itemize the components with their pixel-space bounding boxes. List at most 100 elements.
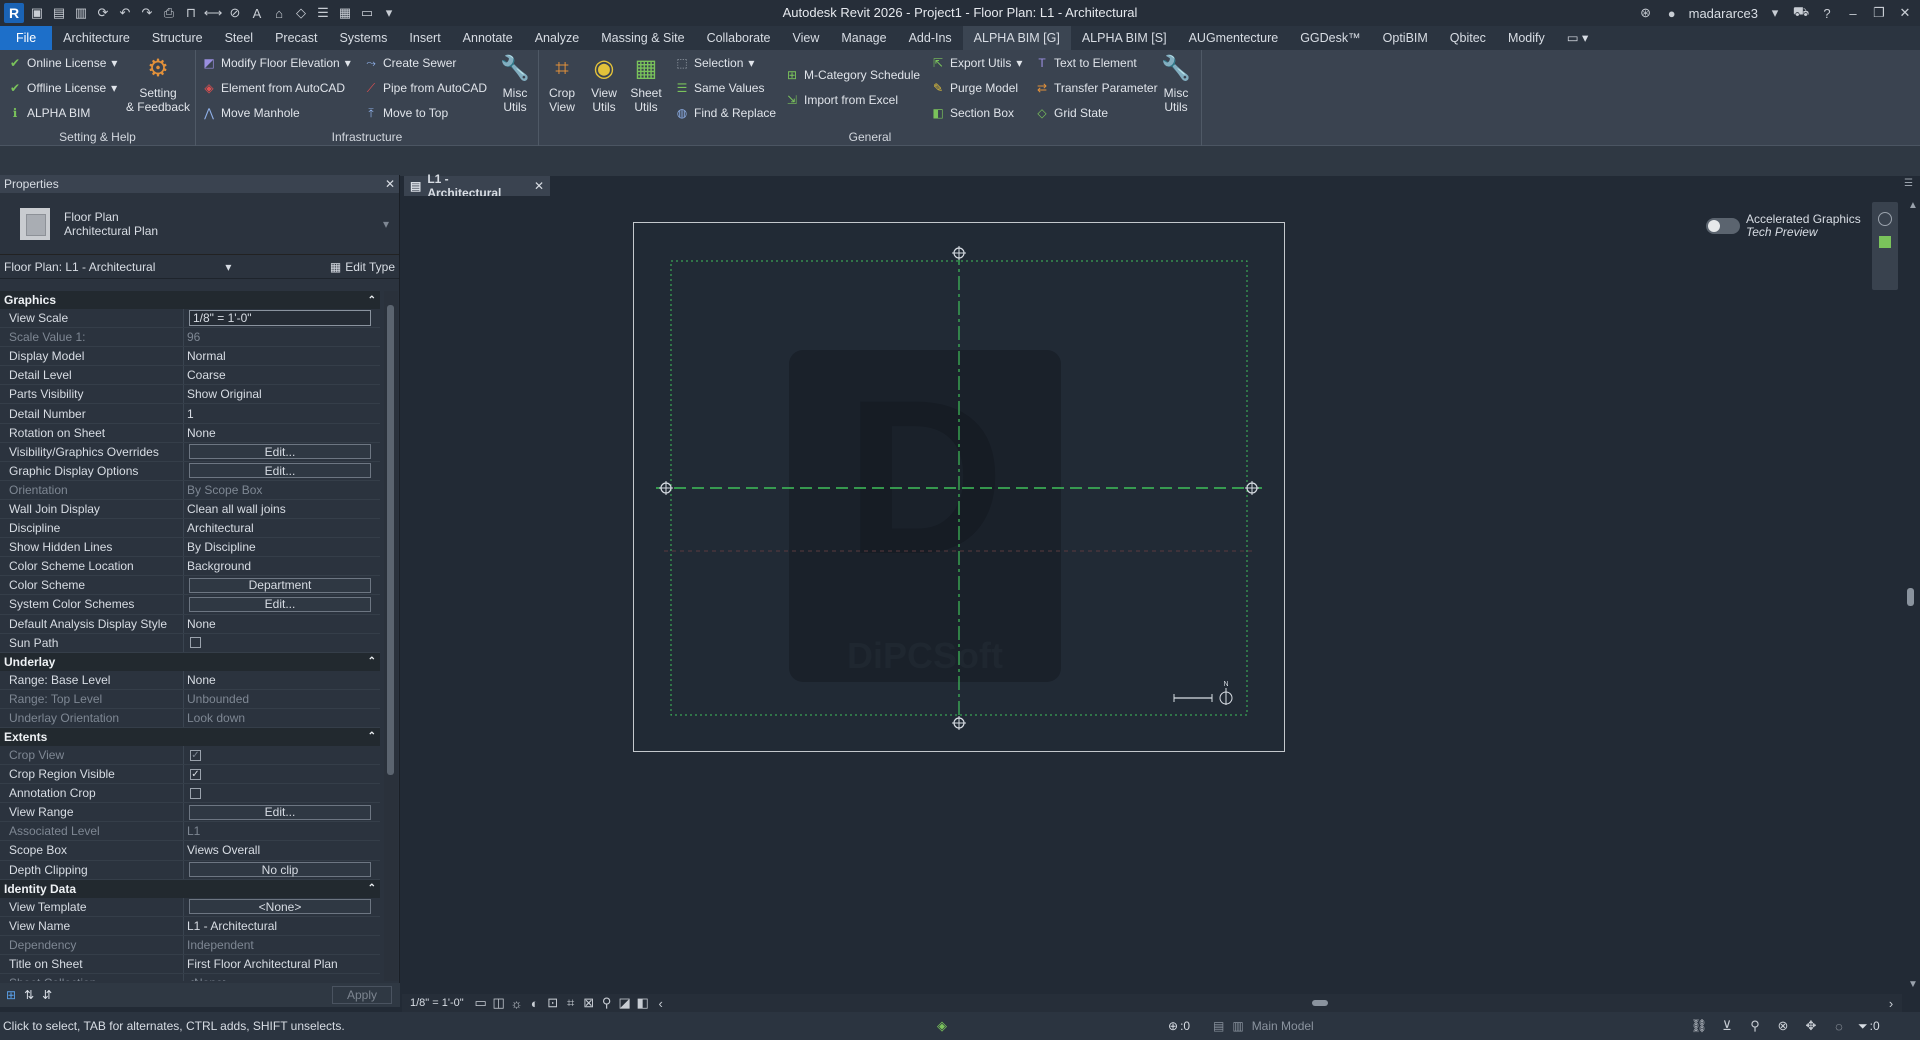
mcategory-schedule-button[interactable]: ⊞ M-Category Schedule [785,68,920,82]
property-value-cell[interactable]: Background [184,557,380,575]
tab-alpha-bim-g[interactable]: ALPHA BIM [G] [962,26,1071,50]
scroll-down-icon[interactable]: ▼ [1908,979,1918,990]
tab-ggdesk[interactable]: GGDesk™ [1289,26,1371,50]
online-license-button[interactable]: ✔ Online License ▾ [8,56,117,70]
property-checkbox[interactable]: ✓ [190,768,201,780]
sheet-utils-button[interactable]: ▦ Sheet Utils [625,54,667,115]
home-icon[interactable]: ▣ [28,5,46,21]
selection-button[interactable]: ⬚ Selection ▾ [675,56,754,70]
select-links-icon[interactable]: ⛓ [1690,1018,1708,1034]
customize-qat-icon[interactable]: ▾ [380,5,398,21]
property-value-cell[interactable]: Coarse [184,366,380,384]
binoculars-icon[interactable]: ⊛ [1637,5,1655,21]
view-utils-button[interactable]: ◉ View Utils [583,54,625,115]
property-value-cell[interactable]: Show Original [184,385,380,403]
ribbon-state-toggle[interactable]: ▭ ▾ [1556,26,1600,50]
thin-lines-icon[interactable]: ☰ [314,5,332,21]
group-header[interactable]: Extents ⌃ [0,727,380,746]
design-options[interactable]: ▤ ▥ Main Model [1213,1019,1314,1033]
property-edit-button[interactable]: <None> [189,899,371,915]
redo-icon[interactable]: ↷ [138,5,156,21]
tab-alpha-bim-s[interactable]: ALPHA BIM [S] [1071,26,1178,50]
steering-wheel-icon[interactable] [1878,212,1892,226]
setting-feedback-button[interactable]: ⚙ Setting & Feedback [122,54,194,115]
view-tab-menu-icon[interactable]: ☰ [1904,178,1913,189]
property-value-cell[interactable]: ✓ [184,746,380,764]
property-edit-button[interactable]: Edit... [189,444,371,460]
tab-steel[interactable]: Steel [214,26,265,50]
apply-button[interactable]: Apply [332,986,392,1004]
property-value-cell[interactable]: Views Overall [184,841,380,859]
close-icon[interactable]: ✕ [385,177,395,191]
property-value-cell[interactable]: <None> [184,898,380,916]
sync-icon[interactable]: ⟳ [94,5,112,21]
create-sewer-button[interactable]: ⤳ Create Sewer [364,56,456,71]
text-to-element-button[interactable]: T Text to Element [1035,56,1136,70]
view-vertical-scrollbar[interactable]: ▲ ▼ [1900,196,1920,994]
move-manhole-button[interactable]: ⋀ Move Manhole [202,106,300,120]
property-checkbox[interactable] [190,787,201,799]
horizontal-scroll-thumb[interactable] [1312,1000,1328,1006]
user-name[interactable]: madararce3 [1689,6,1758,21]
chevron-down-icon[interactable]: ▾ [383,217,389,231]
misc-utils-general-button[interactable]: 🔧 Misc Utils [1153,54,1199,115]
view-tab[interactable]: ▤ L1 - Architectural ✕ [404,172,550,200]
open-icon[interactable]: ▤ [50,5,68,21]
tab-optibim[interactable]: OptiBIM [1372,26,1439,50]
tab-precast[interactable]: Precast [264,26,328,50]
crop-region[interactable]: D DiPCSoft N [633,222,1285,752]
undo-icon[interactable]: ↶ [116,5,134,21]
property-value-cell[interactable]: Edit... [184,595,380,613]
select-underlay-icon[interactable]: ⊻ [1718,1018,1736,1034]
workset-indicator[interactable]: ⊕:0 [1168,1019,1190,1033]
property-value-cell[interactable] [184,634,380,652]
crop-view-icon[interactable]: ⌗ [562,995,580,1011]
tab-systems[interactable]: Systems [328,26,398,50]
property-value-cell[interactable]: Department [184,576,380,594]
show-crop-icon[interactable]: ⊠ [580,995,598,1011]
close-icon[interactable]: ✕ [534,179,544,193]
categorize-icon[interactable]: ⊞ [6,988,16,1002]
grid-head-right[interactable] [1245,481,1259,495]
grid-head-bottom[interactable] [952,716,966,730]
grid-head-top[interactable] [952,246,966,260]
property-edit-button[interactable]: Department [189,577,371,593]
floor-plan-canvas[interactable]: D DiPCSoft N [634,223,1284,751]
offline-license-button[interactable]: ✔ Offline License ▾ [8,81,117,95]
background-processes-icon[interactable]: ◌ [1830,1018,1848,1034]
property-value-cell[interactable]: Edit... [184,443,380,461]
property-edit-button[interactable]: Edit... [189,596,371,612]
scroll-thumb[interactable] [1907,588,1914,606]
group-header[interactable]: Graphics ⌃ [0,291,380,309]
tab-view[interactable]: View [782,26,831,50]
property-value-cell[interactable]: Edit... [184,462,380,480]
text-icon[interactable]: A [248,5,266,21]
property-edit-button[interactable]: Edit... [189,463,371,479]
chevron-down-icon[interactable]: ▾ [1766,5,1784,21]
detail-level-icon[interactable]: ▭ [472,995,490,1011]
find-replace-button[interactable]: ◍ Find & Replace [675,106,776,120]
reveal-hidden-icon[interactable]: ◪ [616,995,634,1011]
property-value-cell[interactable]: None [184,424,380,442]
scroll-up-icon[interactable]: ▲ [1908,200,1918,211]
cart-icon[interactable]: ⛟ [1792,4,1810,21]
property-checkbox[interactable] [190,637,201,649]
temporary-hide-icon[interactable]: ⚲ [598,995,616,1011]
property-edit-button[interactable]: Edit... [189,804,371,820]
properties-scrollbar[interactable] [384,291,398,981]
tab-augmentecture[interactable]: AUGmentecture [1178,26,1290,50]
accelerated-graphics-toggle[interactable] [1706,218,1740,234]
collapse-icon[interactable]: ⌃ [368,295,376,306]
property-value-cell[interactable]: No clip [184,861,380,879]
property-value-cell[interactable]: None [184,615,380,633]
tab-qbitec[interactable]: Qbitec [1439,26,1497,50]
tab-structure[interactable]: Structure [141,26,214,50]
sort-desc-icon[interactable]: ⇵ [42,988,52,1002]
crop-view-button[interactable]: ⌗ Crop View [541,54,583,115]
property-edit-button[interactable]: No clip [189,862,371,878]
instance-dropdown[interactable]: Floor Plan: L1 - Architectural ▾ [4,260,231,274]
tab-file[interactable]: File [0,26,53,50]
grid-head-left[interactable] [659,481,673,495]
property-value-cell[interactable]: 1/8" = 1'-0" [184,309,380,327]
tab-annotate[interactable]: Annotate [452,26,524,50]
